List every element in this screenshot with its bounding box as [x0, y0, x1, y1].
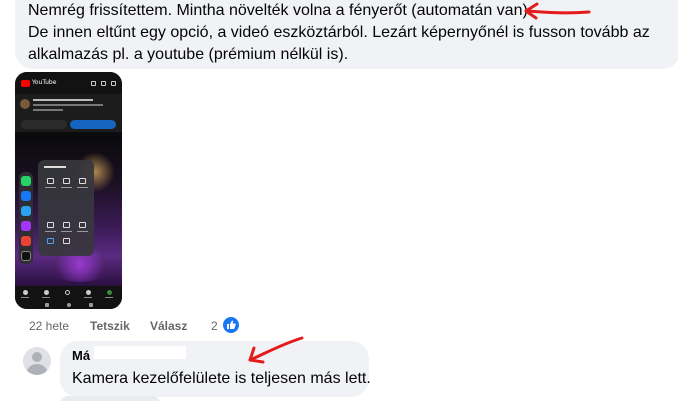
comment-author[interactable]: Má	[72, 348, 90, 364]
screenshot-text	[61, 187, 72, 188]
home-button-icon	[67, 303, 71, 307]
youtube-logo-icon	[21, 80, 30, 87]
bell-icon	[101, 81, 106, 86]
next-comment-stub	[60, 396, 160, 401]
comment-text-line: Nemrég frissítettem. Mintha növelték vol…	[28, 2, 533, 19]
screenshot-text	[77, 231, 88, 232]
like-button[interactable]: Tetszik	[90, 318, 130, 334]
redaction	[94, 346, 186, 359]
screenshot-text	[61, 231, 72, 232]
screenshot-button	[21, 120, 67, 129]
tool-icon	[63, 238, 70, 244]
comment-text-line: alkalmazás pl. a youtube (prémium nélkül…	[28, 46, 349, 63]
chrome-icon	[21, 236, 31, 246]
screenshot-button	[70, 120, 116, 129]
shorts-icon	[44, 290, 49, 295]
channel-avatar-icon	[20, 99, 30, 109]
comment-time[interactable]: 22 hete	[29, 318, 69, 334]
screenshot-text	[21, 297, 29, 298]
screenshot-text	[84, 297, 92, 298]
app-icon	[21, 206, 31, 216]
facebook-icon	[21, 191, 31, 201]
recents-icon	[45, 303, 49, 307]
comment-bubble: Má Kamera kezelőfelülete is teljesen más…	[60, 341, 371, 397]
tool-icon	[47, 178, 54, 184]
subscriptions-icon	[86, 290, 91, 295]
screenshot-text	[33, 109, 63, 111]
back-icon	[89, 303, 93, 307]
thumbs-up-glyph	[227, 320, 236, 329]
avatar-head	[32, 352, 42, 362]
tool-icon	[47, 238, 54, 244]
red-arrow-annotation	[248, 336, 304, 364]
tiktok-icon	[21, 251, 31, 261]
tool-icon	[79, 178, 86, 184]
screenshot-text	[44, 166, 66, 168]
cast-icon	[91, 81, 96, 86]
whatsapp-icon	[21, 176, 31, 186]
red-arrow-annotation	[524, 2, 591, 20]
reply-button[interactable]: Válasz	[150, 318, 187, 334]
messenger-icon	[21, 221, 31, 231]
screenshot-text	[77, 187, 88, 188]
tool-icon	[79, 222, 86, 228]
comment-text: Kamera kezelőfelülete is teljesen más le…	[72, 370, 371, 387]
tool-icon	[63, 178, 70, 184]
screenshot-text	[45, 231, 56, 232]
screenshot-text	[45, 187, 56, 188]
reaction-count[interactable]: 2	[211, 318, 218, 334]
screenshot-text	[33, 99, 93, 101]
screenshot-text	[105, 297, 113, 298]
screenshot-text	[42, 297, 50, 298]
screenshot-app-name: YouTube	[32, 79, 57, 86]
search-icon	[111, 81, 116, 86]
tool-icon	[47, 222, 54, 228]
default-avatar-icon[interactable]	[23, 347, 51, 375]
profile-icon	[107, 290, 112, 295]
attached-screenshot[interactable]: YouTube	[15, 72, 122, 309]
screenshot-text	[33, 104, 103, 106]
add-icon	[65, 290, 70, 295]
tool-icon	[63, 222, 70, 228]
home-icon	[23, 290, 28, 295]
thumbs-up-icon[interactable]	[222, 316, 240, 334]
avatar-shoulders	[27, 364, 47, 375]
comment-text-line: De innen eltűnt egy opció, a videó eszkö…	[28, 24, 650, 41]
